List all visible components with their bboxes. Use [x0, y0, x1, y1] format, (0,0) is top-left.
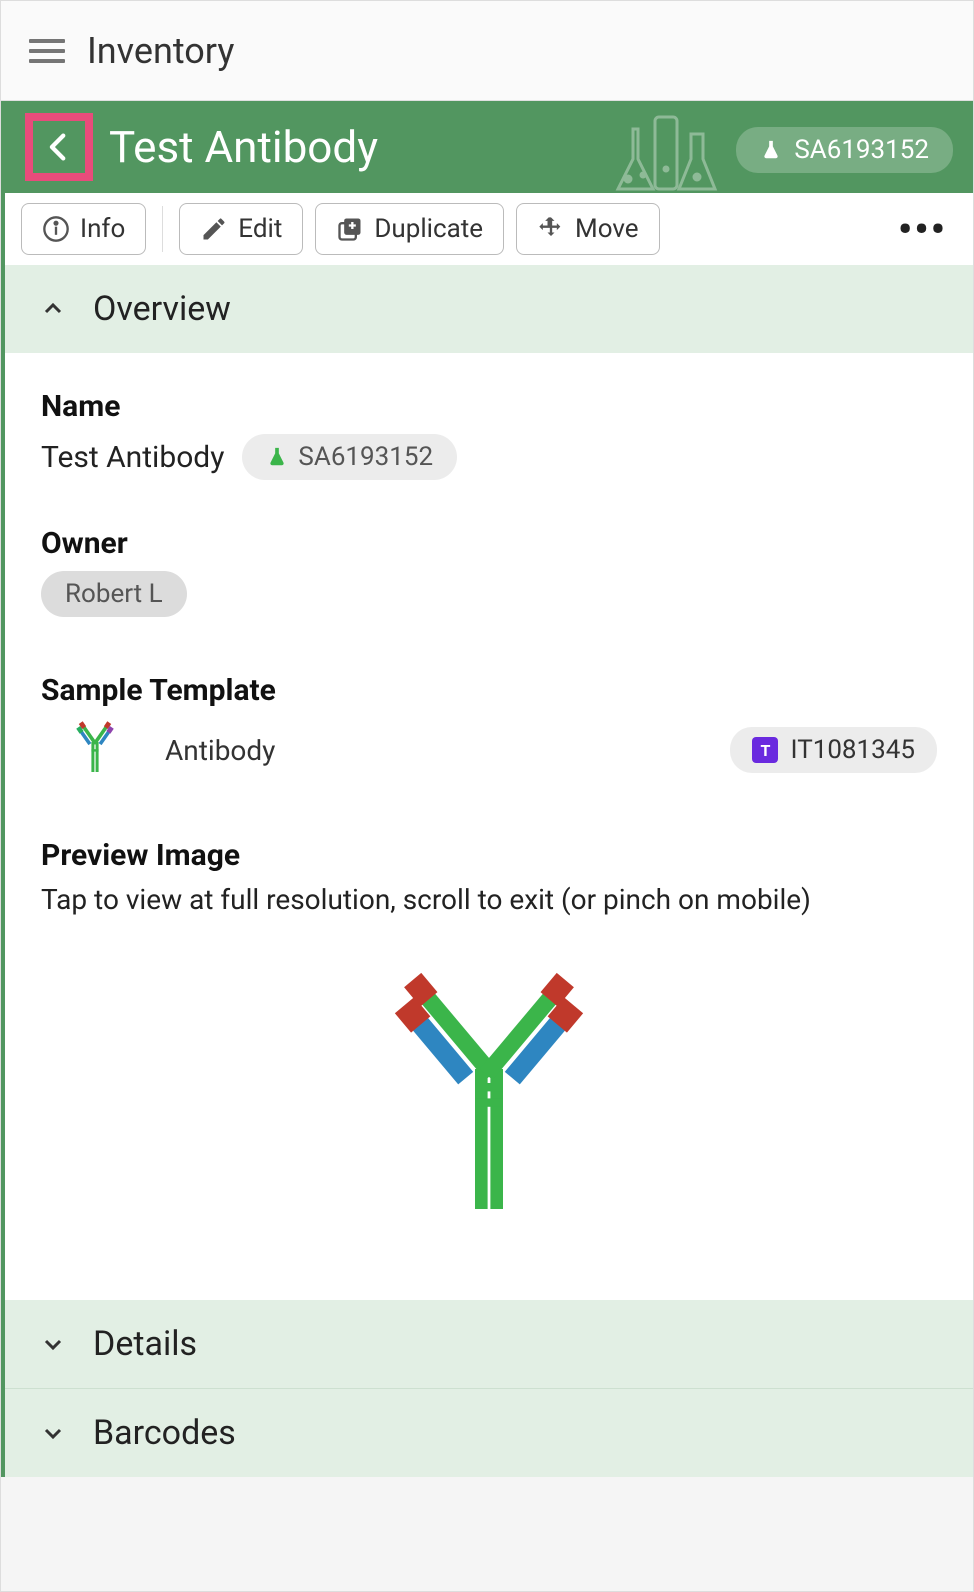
name-value: Test Antibody [41, 440, 224, 475]
move-icon [537, 215, 565, 243]
menu-icon[interactable] [29, 39, 65, 63]
owner-value: Robert L [65, 579, 163, 609]
edit-button[interactable]: Edit [179, 203, 303, 255]
header-id-badge[interactable]: SA6193152 [736, 127, 953, 173]
info-label: Info [80, 214, 125, 244]
info-icon [42, 215, 70, 243]
antibody-icon [65, 718, 125, 782]
edit-label: Edit [238, 214, 282, 244]
action-toolbar: Info Edit Duplicate Move ••• [5, 193, 973, 265]
template-id-text: IT1081345 [790, 735, 915, 765]
page-title: Test Antibody [109, 121, 378, 173]
barcodes-section-header[interactable]: Barcodes [5, 1388, 973, 1477]
duplicate-button[interactable]: Duplicate [315, 203, 504, 255]
app-topbar: Inventory [1, 1, 973, 101]
preview-image[interactable] [41, 940, 937, 1260]
details-section-header[interactable]: Details [5, 1300, 973, 1388]
template-row: Antibody T IT1081345 [41, 718, 937, 782]
barcodes-title: Barcodes [93, 1413, 236, 1453]
name-row: Test Antibody SA6193152 [41, 434, 937, 480]
page-header: Test Antibody SA6193152 [5, 101, 973, 193]
overview-title: Overview [93, 289, 231, 329]
name-id-text: SA6193152 [298, 442, 433, 472]
duplicate-label: Duplicate [374, 214, 483, 244]
back-button[interactable] [25, 113, 93, 181]
chevron-left-icon [42, 130, 76, 164]
more-actions-button[interactable]: ••• [898, 206, 957, 253]
template-t-icon: T [752, 737, 778, 763]
main-content: Test Antibody SA6193152 [1, 101, 973, 1477]
topbar-title: Inventory [87, 30, 234, 72]
flask-icon [266, 446, 288, 468]
info-button[interactable]: Info [21, 203, 146, 255]
antibody-large-icon [349, 950, 629, 1230]
template-left: Antibody [41, 718, 275, 782]
template-id-badge[interactable]: T IT1081345 [730, 727, 937, 773]
name-label: Name [41, 389, 937, 424]
preview-label: Preview Image [41, 838, 937, 873]
toolbar-separator [162, 206, 163, 252]
flask-icon [760, 139, 782, 161]
move-button[interactable]: Move [516, 203, 660, 255]
name-id-badge[interactable]: SA6193152 [242, 434, 457, 480]
overview-body: Name Test Antibody SA6193152 Owner Rober… [5, 353, 973, 1300]
details-title: Details [93, 1324, 197, 1364]
chevron-up-icon [41, 297, 65, 321]
chevron-down-icon [41, 1332, 65, 1356]
owner-label: Owner [41, 526, 937, 561]
owner-row: Robert L [41, 571, 937, 617]
template-label: Sample Template [41, 673, 937, 708]
header-id-text: SA6193152 [794, 135, 929, 165]
chevron-down-icon [41, 1421, 65, 1445]
owner-badge[interactable]: Robert L [41, 571, 187, 617]
move-label: Move [575, 214, 639, 244]
template-name: Antibody [165, 734, 275, 767]
duplicate-icon [336, 215, 364, 243]
preview-hint: Tap to view at full resolution, scroll t… [41, 883, 937, 916]
pencil-icon [200, 215, 228, 243]
lab-flasks-decoration [593, 109, 743, 193]
overview-section-header[interactable]: Overview [5, 265, 973, 353]
